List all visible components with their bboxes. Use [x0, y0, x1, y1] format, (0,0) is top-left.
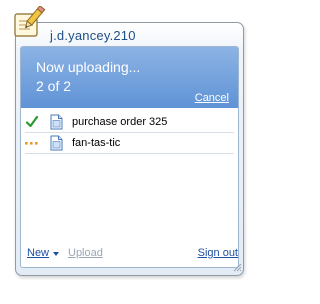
- file-list: purchase order 325 fan-tas-tic: [25, 113, 234, 154]
- ellipsis-icon: [25, 142, 38, 145]
- check-icon: [25, 115, 39, 128]
- upload-status-text: Now uploading...: [36, 59, 141, 75]
- upload-status-banner: Now uploading... 2 of 2 Cancel: [21, 47, 238, 108]
- document-icon: [50, 114, 63, 130]
- file-name: purchase order 325: [72, 116, 168, 128]
- upload-panel: Now uploading... 2 of 2 Cancel purchase …: [20, 46, 239, 268]
- upload-link[interactable]: Upload: [68, 247, 103, 259]
- new-menu-link[interactable]: New: [27, 247, 49, 259]
- file-name: fan-tas-tic: [72, 137, 121, 149]
- upload-progress-text: 2 of 2: [36, 78, 72, 94]
- list-item[interactable]: purchase order 325: [25, 113, 234, 133]
- window-title: j.d.yancey.210: [50, 28, 136, 43]
- footer-bar: New Upload Sign out: [20, 245, 239, 261]
- notepad-pencil-icon: [14, 6, 46, 37]
- list-item[interactable]: fan-tas-tic: [25, 134, 234, 154]
- cancel-link[interactable]: Cancel: [195, 92, 229, 104]
- sign-out-link[interactable]: Sign out: [198, 247, 238, 259]
- chevron-down-icon[interactable]: [53, 252, 59, 256]
- resize-grip-icon[interactable]: [232, 262, 242, 272]
- document-icon: [50, 135, 63, 151]
